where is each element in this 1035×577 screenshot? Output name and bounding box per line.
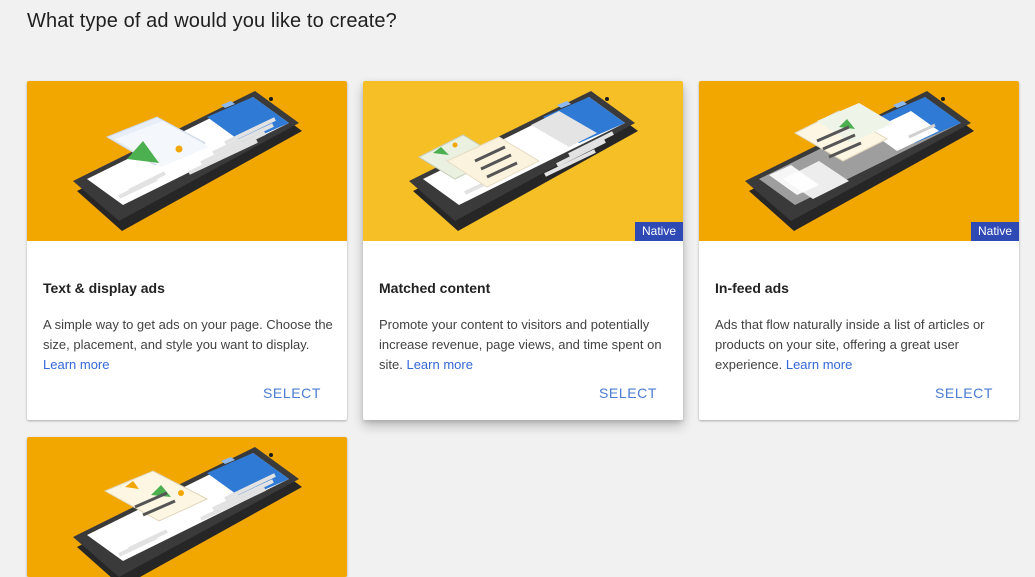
card-title: In-feed ads (715, 280, 789, 296)
card-title: Matched content (379, 280, 491, 296)
select-button[interactable]: SELECT (263, 385, 321, 401)
card-matched-content[interactable]: Native Matched content Promote your cont… (363, 81, 683, 420)
learn-more-link[interactable]: Learn more (406, 357, 472, 372)
learn-more-link[interactable]: Learn more (43, 357, 109, 372)
phone-display-ad-icon (27, 81, 347, 241)
card-title: Text & display ads (43, 280, 165, 296)
card-description: Ads that flow naturally inside a list of… (715, 317, 985, 372)
select-button[interactable]: SELECT (599, 385, 657, 401)
learn-more-link[interactable]: Learn more (786, 357, 852, 372)
native-badge: Native (634, 222, 683, 241)
phone-in-feed-icon: Native (699, 81, 1019, 241)
phone-matched-content-icon: Native (363, 81, 683, 241)
card-in-article-ads[interactable] (27, 437, 347, 577)
phone-in-article-icon (27, 437, 347, 577)
card-in-feed-ads[interactable]: Native In-feed ads Ads that flow natural… (699, 81, 1019, 420)
card-text-display-ads[interactable]: Text & display ads A simple way to get a… (27, 81, 347, 420)
page-title: What type of ad would you like to create… (27, 10, 397, 32)
select-button[interactable]: SELECT (935, 385, 993, 401)
native-badge: Native (970, 222, 1019, 241)
card-description: A simple way to get ads on your page. Ch… (43, 317, 333, 372)
card-description: Promote your content to visitors and pot… (379, 317, 662, 372)
